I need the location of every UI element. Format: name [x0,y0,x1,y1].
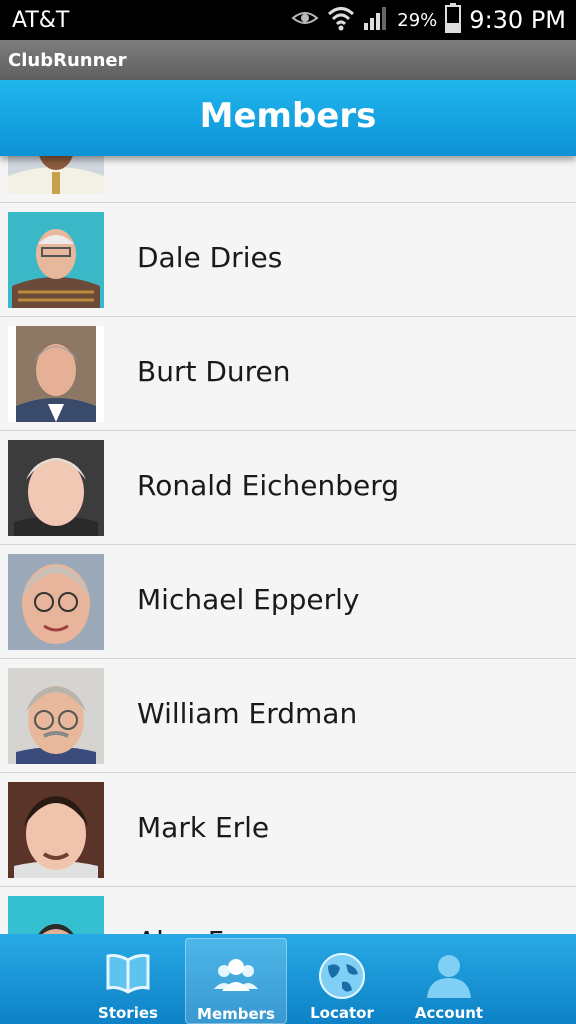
member-name: Alan Fer... [137,925,275,934]
member-row[interactable]: Ronald Eichenberg [0,431,576,546]
member-photo [8,440,104,536]
member-photo [8,326,104,422]
bottom-tab-bar: Stories Members Locator Account [0,934,576,1024]
tab-members[interactable]: Members [185,938,287,1024]
status-bar: AT&T 29% 9:30 PM [0,0,576,40]
eye-icon [291,8,319,33]
tab-locator[interactable]: Locator [292,938,392,1022]
people-icon [212,953,260,1002]
battery-icon [445,2,462,38]
tab-label: Members [197,1005,275,1023]
page-title: Members [199,96,377,136]
member-photo [8,668,104,764]
member-name: Burt Duren [137,355,291,388]
page-header: Members [0,80,576,156]
tab-stories[interactable]: Stories [78,938,178,1022]
tab-label: Locator [310,1004,374,1022]
signal-icon [363,5,389,36]
carrier-label: AT&T [12,8,70,33]
members-list[interactable]: Dale Dries Burt Duren Ronald Eichenberg … [0,156,576,934]
member-name: William Erdman [137,697,358,730]
member-photo [8,782,104,878]
wifi-icon [327,5,355,36]
member-row[interactable]: Burt Duren [0,317,576,432]
member-row[interactable] [0,156,576,204]
member-row[interactable]: Dale Dries [0,203,576,318]
member-row[interactable]: Alan Fer... [0,887,576,934]
tab-account[interactable]: Account [399,938,499,1022]
member-photo [8,156,104,194]
member-photo [8,212,104,308]
clock: 9:30 PM [469,6,566,34]
tab-label: Account [414,1004,484,1022]
member-photo [8,896,104,934]
battery-percent: 29% [397,9,438,31]
status-icons: 29% 9:30 PM [291,2,566,38]
globe-icon [318,952,366,1005]
member-row[interactable]: Mark Erle [0,773,576,888]
tab-label: Stories [98,1004,158,1022]
app-name: ClubRunner [8,50,127,71]
book-icon [104,952,152,1001]
member-row[interactable]: William Erdman [0,659,576,774]
member-name: Michael Epperly [137,583,360,616]
member-photo [8,554,104,650]
member-name: Ronald Eichenberg [137,469,400,502]
member-name: Mark Erle [137,811,270,844]
member-name: Dale Dries [137,241,283,274]
app-title-bar: ClubRunner [0,40,576,80]
member-row[interactable]: Michael Epperly [0,545,576,660]
person-icon [425,952,473,1003]
